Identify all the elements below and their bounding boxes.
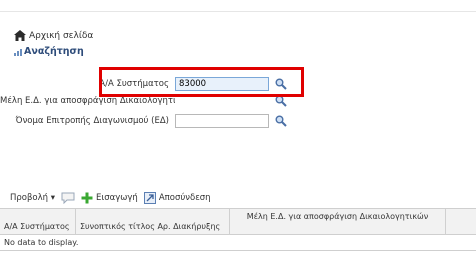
home-link[interactable]: Αρχική σελίδα (29, 31, 93, 41)
plus-icon (81, 192, 93, 204)
search-icon[interactable] (275, 115, 287, 127)
committee-members-label: Μέλη Ε.Δ. για αποσφράγιση Δικαιολογητικώ… (0, 96, 175, 106)
column-header-extra (446, 209, 476, 235)
column-header[interactable]: Α/Α Συστήματος (0, 209, 76, 235)
empty-message: No data to display. (0, 235, 476, 251)
import-label: Εισαγωγή (96, 193, 138, 203)
breadcrumb: Αρχική σελίδα (14, 30, 93, 41)
comment-icon[interactable] (61, 192, 75, 204)
results-grid: Α/Α Συστήματος Συνοπτικός τίτλος Αρ. Δια… (0, 208, 476, 251)
detach-icon (143, 192, 156, 204)
detach-label: Αποσύνδεση (158, 193, 211, 203)
highlight-annotation (99, 67, 304, 97)
window-top-bar (0, 0, 476, 12)
committee-name-input[interactable] (175, 114, 269, 128)
detach-button[interactable]: Αποσύνδεση (143, 192, 211, 204)
committee-name-row: Όνομα Επιτροπής Διαγωνισμού (ΕΔ) (0, 114, 287, 128)
import-button[interactable]: Εισαγωγή (81, 192, 138, 204)
section-title: Αναζήτηση (14, 46, 84, 57)
committee-name-label: Όνομα Επιτροπής Διαγωνισμού (ΕΔ) (15, 116, 169, 126)
section-title-label: Αναζήτηση (24, 46, 84, 57)
toolbar: Προβολή ▾ Εισαγωγή Αποσύνδεση (0, 188, 476, 208)
column-header[interactable]: Μέλη Ε.Δ. για αποσφράγιση Δικαιολογητικώ… (230, 209, 446, 235)
view-menu[interactable]: Προβολή ▾ (10, 193, 55, 203)
chart-icon (14, 48, 22, 56)
column-header[interactable]: Συνοπτικός τίτλος Αρ. Διακήρυξης (76, 209, 230, 235)
home-icon[interactable] (14, 30, 26, 41)
grid-header: Α/Α Συστήματος Συνοπτικός τίτλος Αρ. Δια… (0, 209, 476, 235)
